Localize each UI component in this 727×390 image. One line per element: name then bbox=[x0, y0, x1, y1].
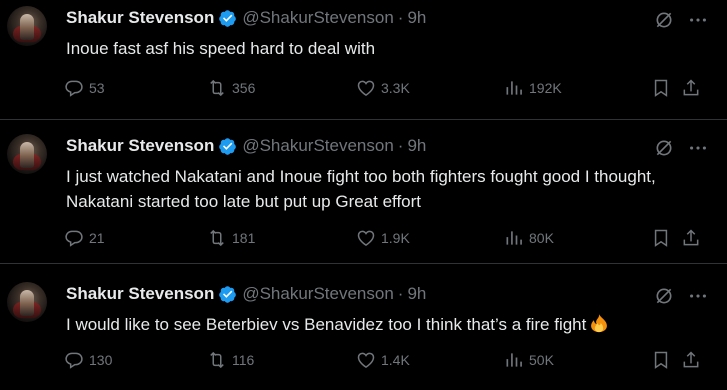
views-button[interactable]: 192K bbox=[504, 78, 562, 98]
verified-badge-icon bbox=[219, 137, 237, 155]
separator-dot: · bbox=[397, 284, 404, 303]
grok-icon[interactable] bbox=[654, 10, 674, 30]
like-count: 1.4K bbox=[381, 352, 410, 368]
tweet-actions: 21 181 1.9K 80K bbox=[64, 228, 727, 250]
share-icon bbox=[683, 229, 699, 246]
views-count: 50K bbox=[529, 352, 554, 368]
like-button[interactable]: 3.3K bbox=[356, 78, 410, 98]
views-chart-icon bbox=[506, 81, 522, 95]
share-icon bbox=[683, 79, 699, 96]
reply-icon bbox=[65, 80, 83, 97]
author-name[interactable]: Shakur Stevenson bbox=[66, 7, 214, 29]
grok-icon[interactable] bbox=[654, 138, 674, 158]
reply-button[interactable]: 21 bbox=[64, 228, 105, 248]
tweet-text: Inoue fast asf his speed hard to deal wi… bbox=[66, 39, 376, 58]
repost-icon bbox=[210, 351, 224, 369]
reply-count: 53 bbox=[89, 80, 105, 96]
tweet-actions: 53 356 3.3K 192K bbox=[64, 78, 727, 100]
bookmark-button[interactable] bbox=[651, 228, 671, 251]
tweet-header: Shakur Stevenson @ShakurStevenson · 9h bbox=[66, 283, 426, 305]
avatar[interactable] bbox=[7, 282, 47, 322]
views-chart-icon bbox=[506, 231, 522, 245]
more-options-icon[interactable] bbox=[687, 9, 709, 31]
views-button[interactable]: 80K bbox=[504, 228, 554, 248]
bookmark-icon bbox=[654, 229, 668, 247]
bookmark-icon bbox=[654, 351, 668, 369]
heart-icon bbox=[357, 80, 375, 96]
tweet-feed: Shakur Stevenson @ShakurStevenson · 9h I… bbox=[0, 0, 727, 390]
reply-button[interactable]: 53 bbox=[64, 78, 105, 98]
separator-dot: · bbox=[397, 136, 404, 155]
verified-badge-icon bbox=[219, 285, 237, 303]
like-button[interactable]: 1.4K bbox=[356, 350, 410, 370]
repost-count: 181 bbox=[232, 230, 256, 246]
reply-icon bbox=[65, 352, 83, 369]
reply-icon bbox=[65, 230, 83, 247]
repost-count: 356 bbox=[232, 80, 256, 96]
verified-badge-icon bbox=[219, 9, 237, 27]
like-button[interactable]: 1.9K bbox=[356, 228, 410, 248]
bookmark-button[interactable] bbox=[651, 78, 671, 101]
reply-count: 130 bbox=[89, 352, 113, 368]
tweet[interactable]: Shakur Stevenson @ShakurStevenson · 9h I… bbox=[0, 128, 727, 264]
more-options-icon[interactable] bbox=[687, 285, 709, 307]
timestamp[interactable]: 9h bbox=[407, 283, 426, 305]
share-button[interactable] bbox=[681, 350, 701, 373]
author-handle[interactable]: @ShakurStevenson bbox=[242, 283, 393, 305]
avatar[interactable] bbox=[7, 134, 47, 174]
separator-dot: · bbox=[397, 8, 404, 27]
share-button[interactable] bbox=[681, 78, 701, 101]
timestamp[interactable]: 9h bbox=[407, 7, 426, 29]
like-count: 3.3K bbox=[381, 80, 410, 96]
tweet-actions: 130 116 1.4K 50K bbox=[64, 350, 727, 372]
reply-count: 21 bbox=[89, 230, 105, 246]
author-name[interactable]: Shakur Stevenson bbox=[66, 135, 214, 157]
tweet-header: Shakur Stevenson @ShakurStevenson · 9h bbox=[66, 135, 426, 157]
bookmark-button[interactable] bbox=[651, 350, 671, 373]
repost-count: 116 bbox=[232, 352, 255, 368]
heart-icon bbox=[357, 230, 375, 246]
tweet-header: Shakur Stevenson @ShakurStevenson · 9h bbox=[66, 7, 426, 29]
views-count: 192K bbox=[529, 80, 562, 96]
tweet-text: I would like to see Beterbiev vs Benavid… bbox=[66, 312, 706, 337]
fire-emoji-icon bbox=[591, 314, 608, 333]
views-chart-icon bbox=[506, 353, 522, 367]
author-handle[interactable]: @ShakurStevenson bbox=[242, 7, 393, 29]
author-handle[interactable]: @ShakurStevenson bbox=[242, 135, 393, 157]
grok-icon[interactable] bbox=[654, 286, 674, 306]
repost-button[interactable]: 116 bbox=[207, 350, 254, 370]
bookmark-icon bbox=[654, 79, 668, 97]
tweet-text: I just watched Nakatani and Inoue fight … bbox=[66, 167, 656, 211]
views-button[interactable]: 50K bbox=[504, 350, 554, 370]
heart-icon bbox=[357, 352, 375, 368]
like-count: 1.9K bbox=[381, 230, 410, 246]
more-options-icon[interactable] bbox=[687, 137, 709, 159]
repost-button[interactable]: 181 bbox=[207, 228, 255, 248]
repost-icon bbox=[210, 229, 224, 247]
avatar[interactable] bbox=[7, 6, 47, 46]
tweet[interactable]: Shakur Stevenson @ShakurStevenson · 9h I… bbox=[0, 276, 727, 390]
share-button[interactable] bbox=[681, 228, 701, 251]
author-name[interactable]: Shakur Stevenson bbox=[66, 283, 214, 305]
tweet[interactable]: Shakur Stevenson @ShakurStevenson · 9h I… bbox=[0, 0, 727, 120]
timestamp[interactable]: 9h bbox=[407, 135, 426, 157]
repost-icon bbox=[210, 79, 224, 97]
reply-button[interactable]: 130 bbox=[64, 350, 112, 370]
share-icon bbox=[683, 351, 699, 368]
repost-button[interactable]: 356 bbox=[207, 78, 255, 98]
views-count: 80K bbox=[529, 230, 554, 246]
